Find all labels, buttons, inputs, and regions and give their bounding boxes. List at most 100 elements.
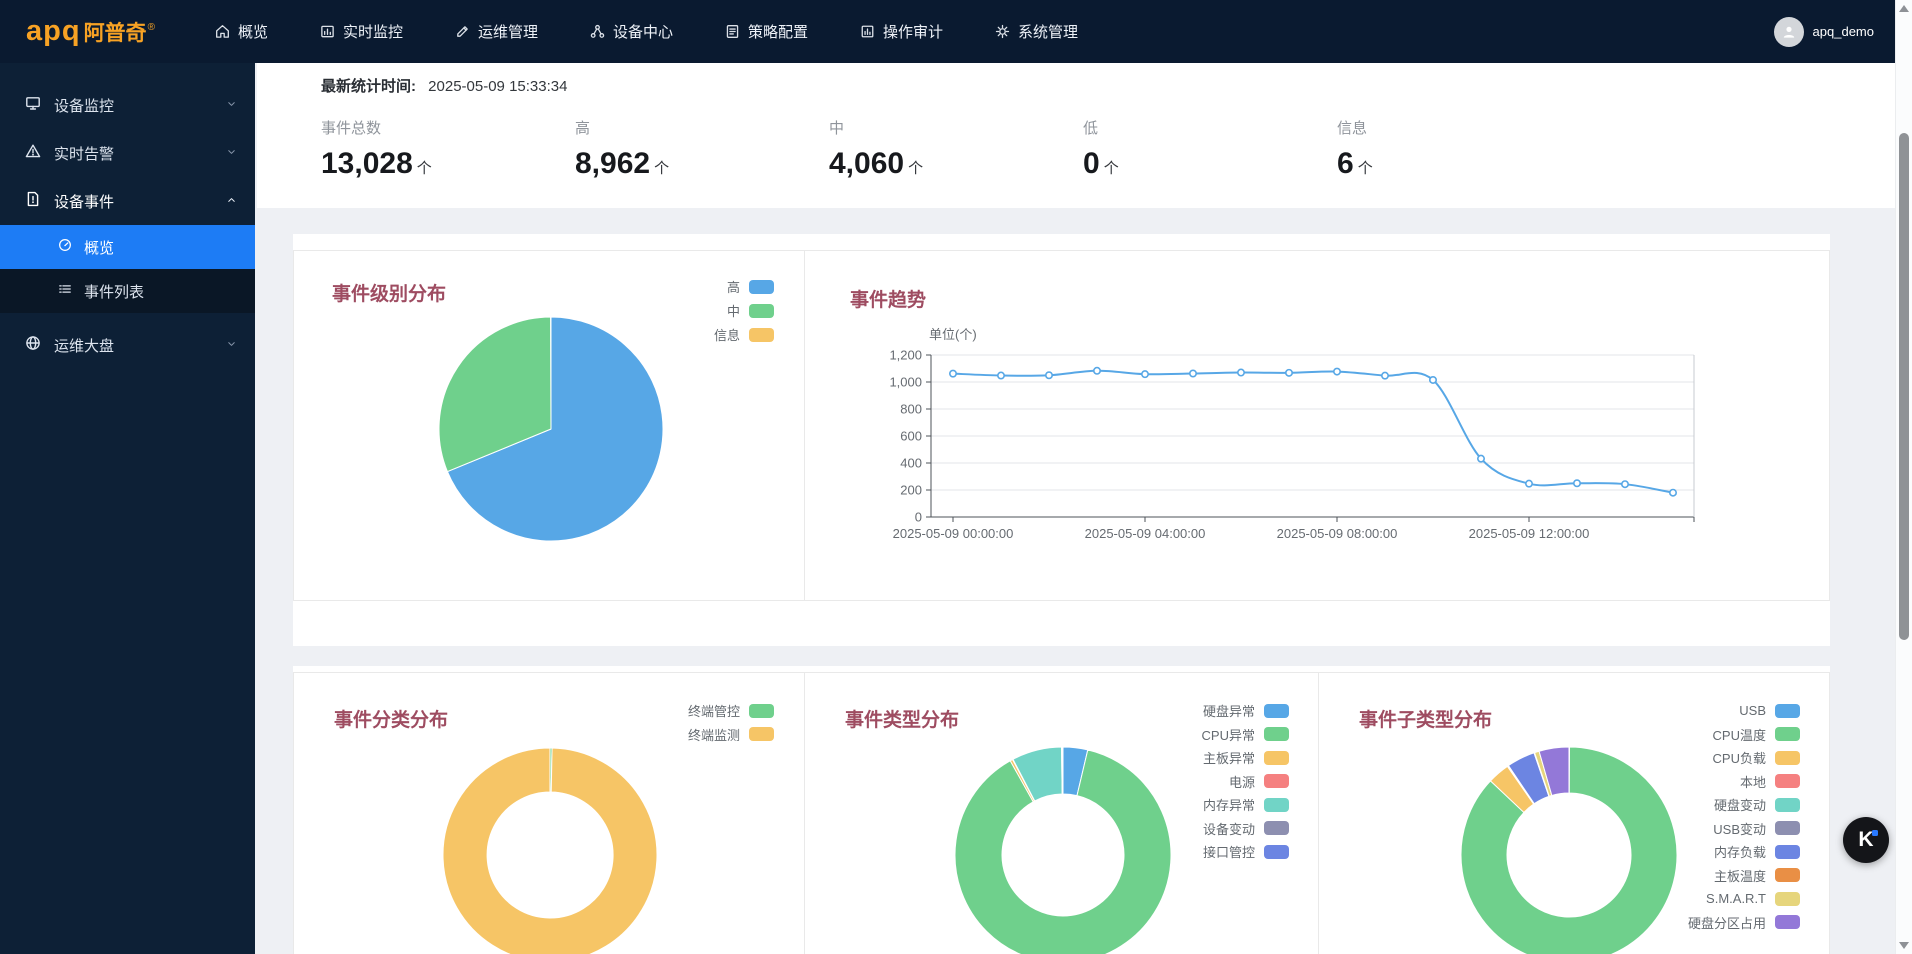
legend-item[interactable]: 主板异常	[1202, 748, 1289, 767]
vertical-scrollbar[interactable]	[1895, 0, 1912, 954]
legend-item[interactable]: 设备变动	[1202, 819, 1289, 838]
nav-item-nodes[interactable]: 设备中心	[590, 21, 673, 42]
legend-item[interactable]: 硬盘异常	[1202, 701, 1289, 720]
legend-item[interactable]: 硬盘分区占用	[1688, 913, 1800, 932]
legend-swatch	[1264, 704, 1289, 718]
nav-item-monitor-chart[interactable]: 实时监控	[320, 21, 403, 42]
legend-label: S.M.A.R.T	[1706, 891, 1766, 906]
legend-label: 内存负载	[1714, 842, 1766, 861]
nav-item-gear[interactable]: 系统管理	[995, 21, 1078, 42]
legend-item[interactable]: 中	[714, 301, 774, 320]
brand-logo-cn: 阿普奇	[84, 17, 147, 47]
legend-item[interactable]: 终端管控	[688, 701, 774, 720]
chevron-down-icon	[226, 97, 237, 114]
sidebar-item-screen[interactable]: 设备监控	[0, 81, 255, 129]
sidebar-subitem-list[interactable]: 事件列表	[0, 269, 255, 313]
sidebar-item-globe[interactable]: 运维大盘	[0, 321, 255, 369]
scrollbar-down-arrow[interactable]	[1899, 942, 1909, 949]
legend-swatch	[749, 727, 774, 741]
trend-line-series[interactable]	[953, 371, 1673, 493]
nav-item-audit[interactable]: 操作审计	[860, 21, 943, 42]
legend-label: CPU温度	[1713, 725, 1766, 744]
screen-icon	[25, 95, 41, 115]
legend-swatch	[1264, 821, 1289, 835]
legend-swatch	[1264, 845, 1289, 859]
legend-item[interactable]: 主板温度	[1688, 866, 1800, 885]
stat-label: 中	[829, 117, 1083, 138]
sidebar-item-file-event[interactable]: 设备事件	[0, 177, 255, 225]
app-root: apq阿普奇® 概览 实时监控 运维管理 设备中心 策略配置 操作审计 系统管理 apq_d…	[0, 0, 1912, 954]
stat-value: 4,060个	[829, 147, 1083, 181]
legend-item[interactable]: 信息	[714, 325, 774, 344]
legend-swatch	[1264, 798, 1289, 812]
legend-label: CPU异常	[1202, 725, 1255, 744]
pie-slice-终端监测[interactable]	[443, 748, 657, 954]
stat-value: 8,962个	[575, 147, 829, 181]
topnav-menu: 概览 实时监控 运维管理 设备中心 策略配置 操作审计 系统管理	[215, 21, 1078, 42]
legend-item[interactable]: 终端监测	[688, 725, 774, 744]
last-updated-value: 2025-05-09 15:33:34	[428, 78, 567, 95]
legend-item[interactable]: CPU负载	[1688, 748, 1800, 767]
pie-slice-接口管控[interactable]	[1062, 747, 1063, 794]
stat-unit: 个	[654, 160, 669, 177]
sidebar-item-alert[interactable]: 实时告警	[0, 129, 255, 177]
nav-item-policy[interactable]: 策略配置	[725, 21, 808, 42]
stat-label: 高	[575, 117, 829, 138]
legend-swatch	[1264, 774, 1289, 788]
sidebar-subitem-label: 概览	[84, 237, 114, 258]
legend-swatch	[1775, 774, 1800, 788]
sidebar-submenu: 概览事件列表	[0, 225, 255, 313]
svg-text:800: 800	[900, 402, 922, 417]
user-menu[interactable]: apq_demo	[1774, 0, 1874, 63]
legend-item[interactable]: 高	[714, 277, 774, 296]
legend-item[interactable]: USB	[1688, 701, 1800, 720]
legend-item[interactable]: 接口管控	[1202, 842, 1289, 861]
top-nav: apq阿普奇® 概览 实时监控 运维管理 设备中心 策略配置 操作审计 系统管理 apq_d…	[0, 0, 1912, 63]
event-trend-line-canvas[interactable]: 02004006008001,0001,200单位(个)2025-05-09 0…	[805, 251, 1829, 600]
legend-swatch	[1775, 821, 1800, 835]
nav-item-pencil[interactable]: 运维管理	[455, 21, 538, 42]
svg-text:200: 200	[900, 483, 922, 498]
legend-swatch	[749, 304, 774, 318]
legend-swatch	[1775, 892, 1800, 906]
legend-item[interactable]: 硬盘变动	[1688, 795, 1800, 814]
sidebar-subitem-label: 事件列表	[84, 281, 144, 302]
nav-item-home[interactable]: 概览	[215, 21, 268, 42]
svg-text:400: 400	[900, 456, 922, 471]
scrollbar-up-arrow[interactable]	[1899, 5, 1909, 12]
chart-event-subtype-title: 事件子类型分布	[1359, 705, 1492, 732]
legend-item[interactable]: CPU温度	[1688, 725, 1800, 744]
x-tick-label: 2025-05-09 00:00:00	[893, 526, 1014, 541]
stat-unit: 个	[1358, 160, 1373, 177]
legend-item[interactable]: 内存负载	[1688, 842, 1800, 861]
assistant-button[interactable]: K	[1843, 817, 1889, 863]
legend-item[interactable]: USB变动	[1688, 819, 1800, 838]
chart-event-level: 事件级别分布 高中信息	[294, 251, 804, 600]
user-avatar-icon	[1774, 17, 1804, 47]
nav-item-label: 操作审计	[883, 21, 943, 42]
legend-item[interactable]: CPU异常	[1202, 725, 1289, 744]
scrollbar-thumb[interactable]	[1899, 133, 1909, 640]
svg-text:0: 0	[915, 510, 922, 525]
legend-item[interactable]: 电源	[1202, 772, 1289, 791]
stat-card: 信息6个	[1337, 117, 1591, 181]
stats-row: 事件总数13,028个高8,962个中4,060个低0个信息6个	[321, 117, 1591, 181]
stat-label: 低	[1083, 117, 1337, 138]
legend-item[interactable]: S.M.A.R.T	[1688, 889, 1800, 908]
brand-logo[interactable]: apq阿普奇®	[26, 15, 155, 48]
legend-label: CPU负载	[1713, 748, 1766, 767]
svg-text:1,200: 1,200	[889, 348, 922, 363]
legend-item[interactable]: 本地	[1688, 772, 1800, 791]
sidebar-subitem-gauge[interactable]: 概览	[0, 225, 255, 269]
legend-item[interactable]: 内存异常	[1202, 795, 1289, 814]
gauge-icon	[58, 238, 72, 256]
sidebar-item-label: 运维大盘	[54, 335, 114, 356]
event-subtype-legend: USB CPU温度 CPU负载本地硬盘变动 USB变动内存负载主板温度 S.M.A.R.…	[1688, 701, 1800, 936]
nav-item-label: 设备中心	[613, 21, 673, 42]
brand-logo-text: apq	[26, 15, 81, 48]
chart-event-category-title: 事件分类分布	[334, 705, 448, 732]
stat-value: 6个	[1337, 147, 1591, 181]
legend-label: 内存异常	[1203, 795, 1255, 814]
chart-event-subtype: 事件子类型分布 USB CPU温度 CPU负载本地硬盘变动 USB变动内存负载主板温度…	[1318, 673, 1830, 954]
svg-text:1,000: 1,000	[889, 375, 922, 390]
